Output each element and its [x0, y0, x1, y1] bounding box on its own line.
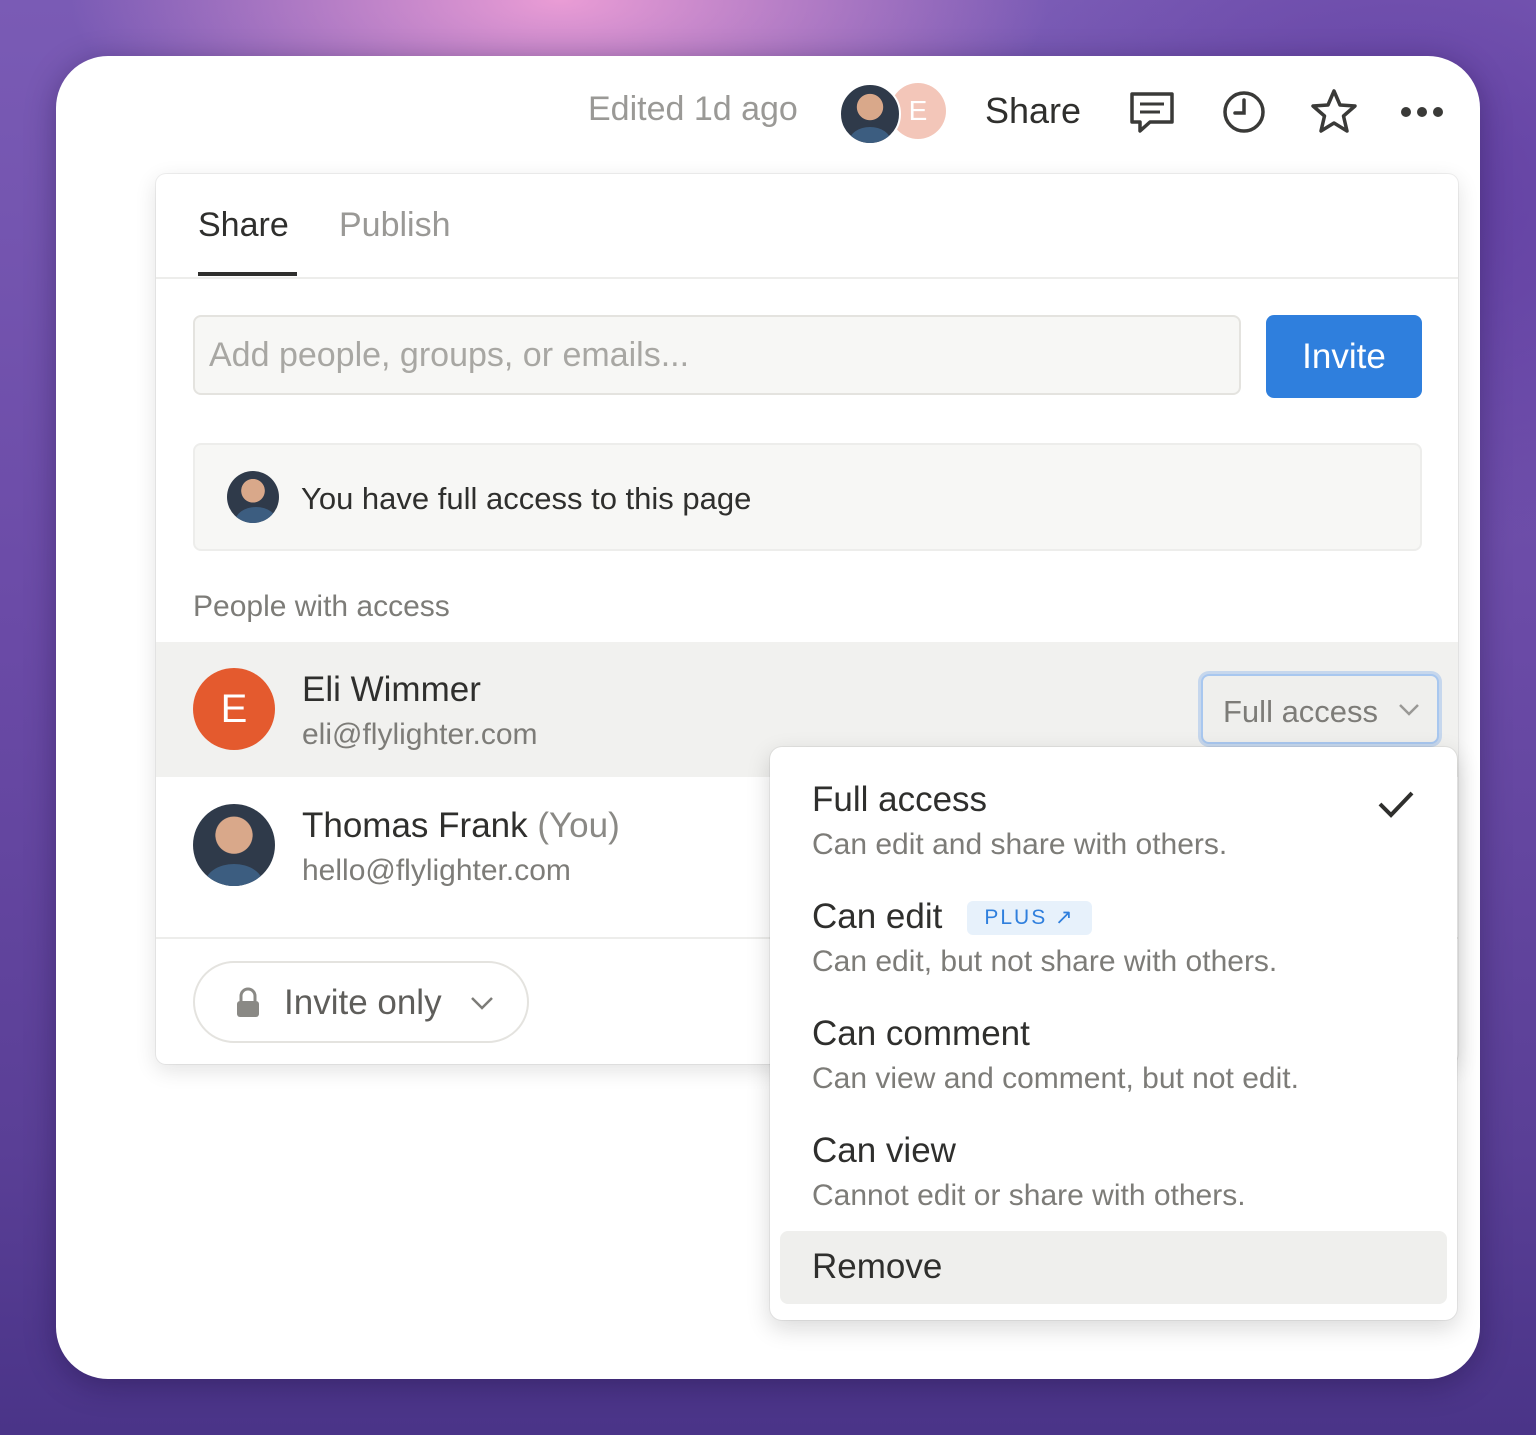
tab-share[interactable]: Share [198, 206, 289, 245]
avatar-eli: E [193, 668, 275, 750]
app-window: Edited 1d ago E Share Share Publish Invi… [56, 56, 1480, 1379]
more-icon[interactable] [1396, 86, 1448, 138]
option-description: Cannot edit or share with others. [812, 1179, 1246, 1212]
chevron-down-icon [1399, 704, 1419, 716]
role-label: Full access [1223, 694, 1379, 729]
role-option-can-comment[interactable]: Can comment Can view and comment, but no… [770, 1014, 1457, 1126]
avatar-thomas [193, 804, 275, 886]
share-top-button[interactable]: Share [985, 90, 1081, 132]
access-notice: You have full access to this page [193, 443, 1422, 551]
option-title: Can edit [812, 897, 943, 936]
share-tabs: Share Publish [156, 174, 1458, 279]
comment-icon[interactable] [1126, 86, 1178, 138]
star-icon[interactable] [1308, 86, 1360, 138]
option-description: Can edit, but not share with others. [812, 945, 1278, 978]
history-clock-icon[interactable] [1218, 86, 1270, 138]
general-access-button[interactable]: Invite only [193, 961, 529, 1043]
remove-label: Remove [812, 1247, 943, 1286]
active-tab-indicator [198, 272, 297, 276]
remove-access-button[interactable]: Remove [780, 1231, 1447, 1304]
edited-timestamp: Edited 1d ago [588, 90, 798, 128]
general-access-label: Invite only [284, 983, 442, 1022]
option-description: Can view and comment, but not edit. [812, 1062, 1299, 1095]
people-with-access-label: People with access [193, 590, 450, 623]
access-notice-text: You have full access to this page [301, 481, 752, 516]
top-bar: Edited 1d ago E Share [56, 56, 1480, 168]
role-dropdown-button[interactable]: Full access [1201, 674, 1439, 744]
option-description: Can edit and share with others. [812, 828, 1228, 861]
add-people-input[interactable] [193, 315, 1241, 395]
chevron-down-icon [471, 997, 493, 1010]
option-title: Can comment [812, 1014, 1030, 1053]
you-label: (You) [537, 806, 620, 845]
avatar-thomas-small[interactable] [839, 83, 901, 145]
person-name-line: Thomas Frank (You) [302, 806, 620, 846]
option-title: Full access [812, 780, 988, 819]
role-menu: Full access Can edit and share with othe… [770, 747, 1457, 1320]
role-option-full-access[interactable]: Full access Can edit and share with othe… [770, 780, 1457, 892]
person-name: Thomas Frank [302, 806, 528, 845]
invite-button[interactable]: Invite [1266, 315, 1422, 398]
role-option-can-view[interactable]: Can view Cannot edit or share with other… [770, 1131, 1457, 1243]
role-option-can-edit[interactable]: Can edit PLUS ↗ Can edit, but not share … [770, 897, 1457, 1009]
avatar-thomas [227, 471, 279, 523]
checkmark-icon [1378, 791, 1414, 818]
plus-badge[interactable]: PLUS ↗ [967, 901, 1092, 935]
tab-publish[interactable]: Publish [339, 206, 451, 245]
person-email: hello@flylighter.com [302, 854, 571, 887]
lock-icon [237, 987, 259, 1017]
option-title: Can view [812, 1131, 956, 1170]
person-name: Eli Wimmer [302, 670, 481, 709]
person-email: eli@flylighter.com [302, 718, 538, 751]
